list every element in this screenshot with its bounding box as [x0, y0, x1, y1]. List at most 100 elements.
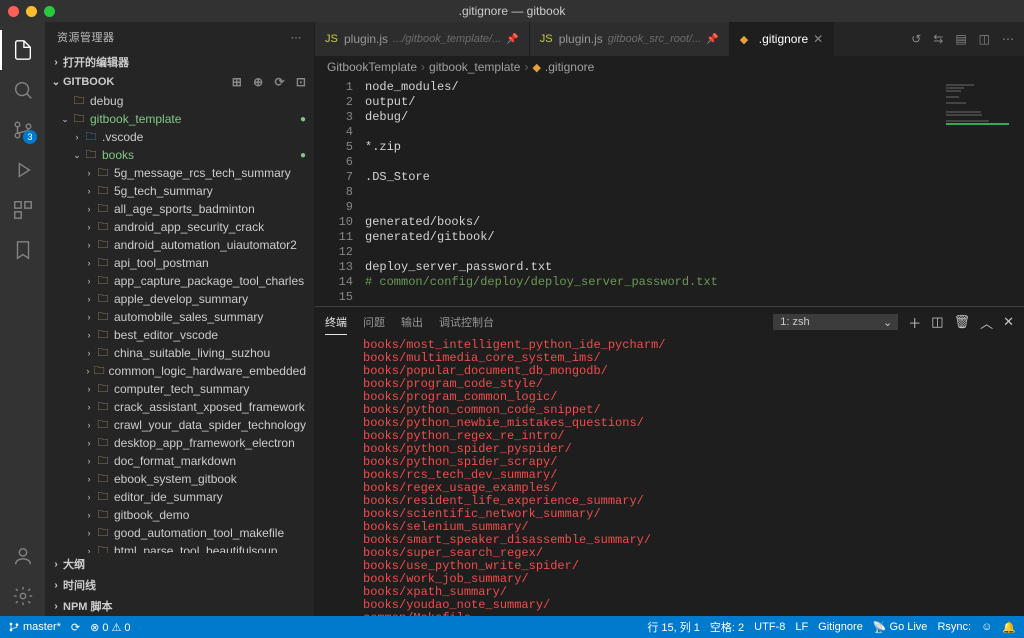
close-window[interactable] — [8, 6, 19, 17]
tree-label: 5g_tech_summary — [114, 184, 213, 198]
chevron-right-icon: › — [83, 312, 95, 322]
editor-tab[interactable]: JSplugin.js.../gitbook_template/...📌 — [315, 22, 530, 56]
minimap[interactable] — [934, 78, 1024, 306]
tree-item[interactable]: ›🗀apple_develop_summary — [45, 290, 314, 308]
open-editors-label: 打开的编辑器 — [63, 54, 310, 70]
breadcrumb-item[interactable]: .gitignore — [545, 60, 594, 74]
history-icon[interactable]: ↺ — [911, 32, 921, 46]
workspace-section[interactable]: ⌄ GITBOOK ⊞ ⊕ ⟳ ⊡ — [45, 72, 314, 92]
terminal-selector[interactable]: 1: zsh ⌄ — [773, 314, 898, 330]
tree-item[interactable]: ›🗀crack_assistant_xposed_framework — [45, 398, 314, 416]
timeline-section[interactable]: › 时间线 — [45, 574, 314, 595]
breadcrumbs[interactable]: GitbookTemplate › gitbook_template › ◆ .… — [315, 56, 1024, 78]
status-spaces[interactable]: 空格: 2 — [710, 619, 744, 635]
tree-item[interactable]: ›🗀editor_ide_summary — [45, 488, 314, 506]
outline-section[interactable]: › 大纲 — [45, 553, 314, 574]
activity-debug[interactable] — [0, 150, 45, 190]
chevron-right-icon: › — [83, 240, 95, 250]
tree-item[interactable]: ›🗀api_tool_postman — [45, 254, 314, 272]
tree-item[interactable]: ›🗀5g_message_rcs_tech_summary — [45, 164, 314, 182]
tree-item[interactable]: ›🗀ebook_system_gitbook — [45, 470, 314, 488]
tree-item[interactable]: ›🗀common_logic_hardware_embedded — [45, 362, 314, 380]
workspace-actions[interactable]: ⊞ ⊕ ⟳ ⊡ — [232, 75, 310, 89]
tree-item[interactable]: ›🗀automobile_sales_summary — [45, 308, 314, 326]
split-icon[interactable]: ◫ — [979, 32, 990, 46]
activity-account[interactable] — [0, 536, 45, 576]
panel-tab-debug[interactable]: 调试控制台 — [439, 310, 494, 334]
split-terminal-icon[interactable]: ◫ — [931, 314, 943, 330]
pin-icon[interactable]: 📌 — [706, 34, 718, 45]
breadcrumb-item[interactable]: GitbookTemplate — [327, 60, 417, 74]
minimize-window[interactable] — [26, 6, 37, 17]
maximize-window[interactable] — [44, 6, 55, 17]
tree-item[interactable]: ›🗀best_editor_vscode — [45, 326, 314, 344]
tree-item[interactable]: ›🗀desktop_app_framework_electron — [45, 434, 314, 452]
activity-search[interactable] — [0, 70, 45, 110]
status-eol[interactable]: LF — [795, 621, 808, 633]
tree-label: automobile_sales_summary — [114, 310, 263, 324]
chevron-right-icon: › — [83, 474, 95, 484]
compare-icon[interactable]: ⇆ — [933, 32, 943, 46]
close-panel-icon[interactable]: ✕ — [1003, 314, 1014, 330]
npm-section[interactable]: › NPM 脚本 — [45, 595, 314, 616]
tree-item[interactable]: ⌄🗀books● — [45, 146, 314, 164]
tree-item[interactable]: ›🗀good_automation_tool_makefile — [45, 524, 314, 542]
close-icon[interactable]: ✕ — [813, 32, 823, 46]
chevron-right-icon: › — [49, 57, 63, 68]
tree-item[interactable]: 🗀debug — [45, 92, 314, 110]
panel-tab-problems[interactable]: 问题 — [363, 310, 385, 334]
status-cursor[interactable]: 行 15, 列 1 — [647, 619, 700, 635]
tree-label: app_capture_package_tool_charles — [114, 274, 304, 288]
status-encoding[interactable]: UTF-8 — [754, 621, 785, 633]
tree-item[interactable]: ›🗀android_app_security_crack — [45, 218, 314, 236]
tree-item[interactable]: ⌄🗀gitbook_template● — [45, 110, 314, 128]
more-icon[interactable]: ⋯ — [1002, 32, 1014, 46]
chevron-up-icon[interactable]: ︿ — [980, 313, 993, 332]
panel-tab-terminal[interactable]: 终端 — [325, 310, 347, 335]
trash-icon[interactable]: 🗑 — [954, 314, 971, 330]
activity-settings[interactable] — [0, 576, 45, 616]
tree-item[interactable]: ›🗀all_age_sports_badminton — [45, 200, 314, 218]
tree-item[interactable]: ›🗀.vscode — [45, 128, 314, 146]
status-branch[interactable]: master* — [8, 621, 61, 633]
extensions-icon — [12, 199, 34, 221]
editor-tab[interactable]: JSplugin.jsgitbook_src_root/...📌 — [530, 22, 730, 56]
terminal-content[interactable]: books/most_intelligent_python_ide_pychar… — [315, 337, 1024, 616]
file-tree[interactable]: 🗀debug⌄🗀gitbook_template●›🗀.vscode⌄🗀book… — [45, 92, 314, 553]
tree-item[interactable]: ›🗀gitbook_demo — [45, 506, 314, 524]
tree-item[interactable]: ›🗀crawl_your_data_spider_technology — [45, 416, 314, 434]
sidebar-more[interactable]: ⋯ — [291, 31, 303, 44]
sidebar: 资源管理器 ⋯ › 打开的编辑器 ⌄ GITBOOK ⊞ ⊕ ⟳ ⊡ 🗀debu… — [45, 22, 315, 616]
folder-icon: 🗀 — [95, 380, 111, 399]
folder-icon: 🗀 — [95, 506, 111, 525]
code-content[interactable]: node_modules/output/debug/ *.zip .DS_Sto… — [365, 78, 934, 306]
new-terminal-icon[interactable]: ＋ — [908, 313, 921, 332]
tree-item[interactable]: ›🗀android_automation_uiautomator2 — [45, 236, 314, 254]
editor-body[interactable]: 123456789101112131415 node_modules/outpu… — [315, 78, 1024, 306]
pin-icon[interactable]: 📌 — [506, 34, 518, 45]
status-bell[interactable]: 🔔 — [1002, 621, 1016, 634]
activity-scm[interactable]: 3 — [0, 110, 45, 150]
tree-item[interactable]: ›🗀doc_format_markdown — [45, 452, 314, 470]
tree-item[interactable]: ›🗀china_suitable_living_suzhou — [45, 344, 314, 362]
open-editors-section[interactable]: › 打开的编辑器 — [45, 52, 314, 72]
status-errors[interactable]: ⊗ 0 ⚠ 0 — [90, 621, 130, 634]
diff-icon[interactable]: ▤ — [955, 32, 966, 46]
tree-item[interactable]: ›🗀5g_tech_summary — [45, 182, 314, 200]
status-language[interactable]: Gitignore — [818, 621, 863, 633]
status-sync[interactable]: ⟳ — [71, 621, 80, 634]
panel-tabs: 终端 问题 输出 调试控制台 1: zsh ⌄ ＋ ◫ 🗑 ︿ ✕ — [315, 307, 1024, 337]
tree-item[interactable]: ›🗀app_capture_package_tool_charles — [45, 272, 314, 290]
tree-item[interactable]: ›🗀html_parse_tool_beautifulsoup — [45, 542, 314, 553]
status-feedback[interactable]: ☺ — [981, 621, 992, 633]
activity-bookmark[interactable] — [0, 230, 45, 270]
editor-tab[interactable]: ◆.gitignore✕ — [730, 22, 834, 56]
tab-path: .../gitbook_template/... — [393, 33, 501, 45]
panel-tab-output[interactable]: 输出 — [401, 310, 423, 334]
breadcrumb-item[interactable]: gitbook_template — [429, 60, 520, 74]
status-rsync[interactable]: Rsync: — [937, 621, 971, 633]
status-golive[interactable]: 📡 Go Live — [873, 621, 928, 634]
tree-item[interactable]: ›🗀computer_tech_summary — [45, 380, 314, 398]
activity-extensions[interactable] — [0, 190, 45, 230]
activity-explorer[interactable] — [0, 30, 45, 70]
